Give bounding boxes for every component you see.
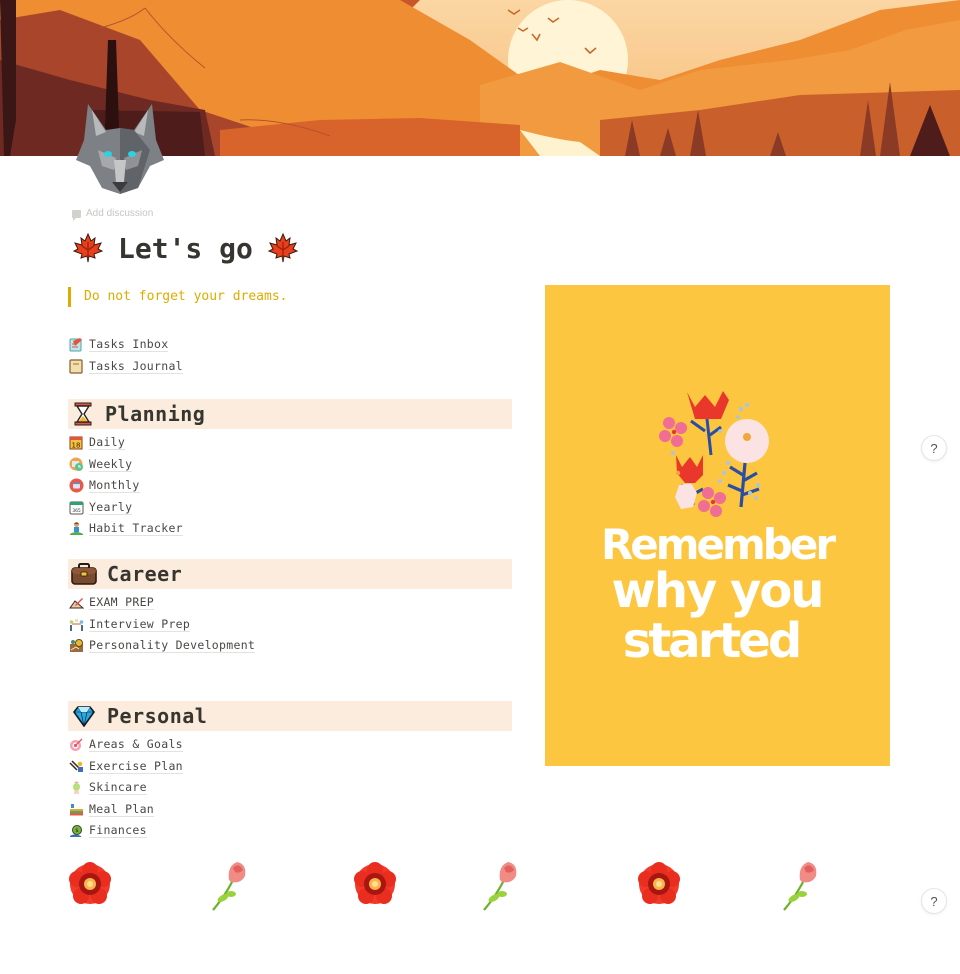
ledger-icon xyxy=(68,358,84,374)
page-link-label: Tasks Journal xyxy=(89,358,183,374)
page-title-text: Let's go xyxy=(118,231,253,265)
page-link-label: Areas & Goals xyxy=(89,737,183,753)
comment-icon xyxy=(72,209,81,221)
memo-icon xyxy=(68,337,84,353)
growth-icon xyxy=(68,638,84,654)
page-link-label: Meal Plan xyxy=(89,801,155,817)
page-link-monthly[interactable]: Monthly xyxy=(68,475,183,497)
red-flower-icon xyxy=(69,862,111,904)
wolf-icon[interactable] xyxy=(72,100,168,196)
personal-links: Areas & Goals Exercise Plan Skincare Mea… xyxy=(68,734,183,842)
page-link-finances[interactable]: $ Finances xyxy=(68,820,183,842)
page-link-label: Finances xyxy=(89,823,147,839)
page-link-label: EXAM PREP xyxy=(89,595,155,611)
calendar-18-icon: 18 xyxy=(68,435,84,451)
section-title: Planning xyxy=(105,402,206,426)
page-link-label: Interview Prep xyxy=(89,616,191,632)
maple-leaf-icon xyxy=(72,232,104,263)
planning-links: 18 Daily Weekly Monthly 365 Yearly Habit… xyxy=(68,432,183,540)
page-link-exam-prep[interactable]: EXAM PREP xyxy=(68,592,255,614)
page-link-areas-goals[interactable]: Areas & Goals xyxy=(68,734,183,756)
career-links: EXAM PREP Interview Prep Personality Dev… xyxy=(68,592,256,657)
page-link-label: Personality Development xyxy=(89,638,256,654)
svg-text:365: 365 xyxy=(72,508,81,514)
top-links: Tasks Inbox Tasks Journal xyxy=(68,334,183,377)
page-link-label: Yearly xyxy=(89,499,133,515)
flower-divider xyxy=(66,858,846,916)
face-mask-icon xyxy=(68,780,84,796)
gem-icon xyxy=(71,704,97,728)
add-discussion-button[interactable]: Add discussion xyxy=(72,208,154,221)
page-link-tasks-journal[interactable]: Tasks Journal xyxy=(68,356,183,378)
interview-icon xyxy=(68,616,84,632)
page-link-weekly[interactable]: Weekly xyxy=(68,454,183,476)
flower-illustration xyxy=(659,391,769,517)
poster-line-3: started xyxy=(623,613,799,669)
page-link-tasks-inbox[interactable]: Tasks Inbox xyxy=(68,334,183,356)
rose-icon xyxy=(483,862,517,911)
money-bag-icon: $ xyxy=(68,823,84,839)
exercise-icon xyxy=(68,758,84,774)
calendar-circle-icon xyxy=(68,478,84,494)
hourglass-icon xyxy=(71,402,95,426)
page-link-interview-prep[interactable]: Interview Prep xyxy=(68,614,255,636)
poster-line-2: why you xyxy=(612,563,823,619)
page-link-personality-development[interactable]: Personality Development xyxy=(68,635,256,657)
page-link-label: Daily xyxy=(89,435,126,451)
poster-image: Remember why you started xyxy=(545,285,890,766)
rose-icon xyxy=(212,862,246,911)
help-label: ? xyxy=(930,440,938,456)
section-header-personal: Personal xyxy=(68,701,512,731)
meal-icon xyxy=(68,801,84,817)
page-link-label: Monthly xyxy=(89,478,140,494)
red-flower-icon xyxy=(638,862,680,904)
writing-hand-icon xyxy=(68,595,84,611)
help-button[interactable]: ? xyxy=(921,435,947,461)
calendar-clock-icon xyxy=(68,456,84,472)
quote-block[interactable]: Do not forget your dreams. xyxy=(68,287,288,307)
page-link-yearly[interactable]: 365 Yearly xyxy=(68,497,183,519)
section-title: Career xyxy=(107,562,183,586)
page-link-skincare[interactable]: Skincare xyxy=(68,777,183,799)
page-title[interactable]: Let's go xyxy=(72,228,299,268)
add-discussion-label: Add discussion xyxy=(86,208,154,219)
briefcase-icon xyxy=(71,562,97,586)
quote-text: Do not forget your dreams. xyxy=(84,289,288,304)
page-link-daily[interactable]: 18 Daily xyxy=(68,432,183,454)
target-icon xyxy=(68,737,84,753)
calendar-365-icon: 365 xyxy=(68,499,84,515)
page-link-label: Exercise Plan xyxy=(89,758,183,774)
section-header-planning: Planning xyxy=(68,399,512,429)
poster-line-1: Remember xyxy=(601,520,836,569)
page-link-meal-plan[interactable]: Meal Plan xyxy=(68,799,183,821)
help-button[interactable]: ? xyxy=(921,888,947,914)
svg-text:18: 18 xyxy=(72,442,81,450)
meditation-icon xyxy=(68,521,84,537)
page-link-label: Tasks Inbox xyxy=(89,337,169,353)
page-link-label: Weekly xyxy=(89,456,133,472)
red-flower-icon xyxy=(354,862,396,904)
page-link-label: Skincare xyxy=(89,780,147,796)
rose-icon xyxy=(783,862,817,911)
section-title: Personal xyxy=(107,704,208,728)
page-link-label: Habit Tracker xyxy=(89,521,183,537)
help-label: ? xyxy=(930,893,938,909)
svg-text:$: $ xyxy=(75,828,79,834)
page-link-exercise-plan[interactable]: Exercise Plan xyxy=(68,756,183,778)
page-link-habit-tracker[interactable]: Habit Tracker xyxy=(68,518,183,540)
section-header-career: Career xyxy=(68,559,512,589)
maple-leaf-icon xyxy=(267,232,299,263)
